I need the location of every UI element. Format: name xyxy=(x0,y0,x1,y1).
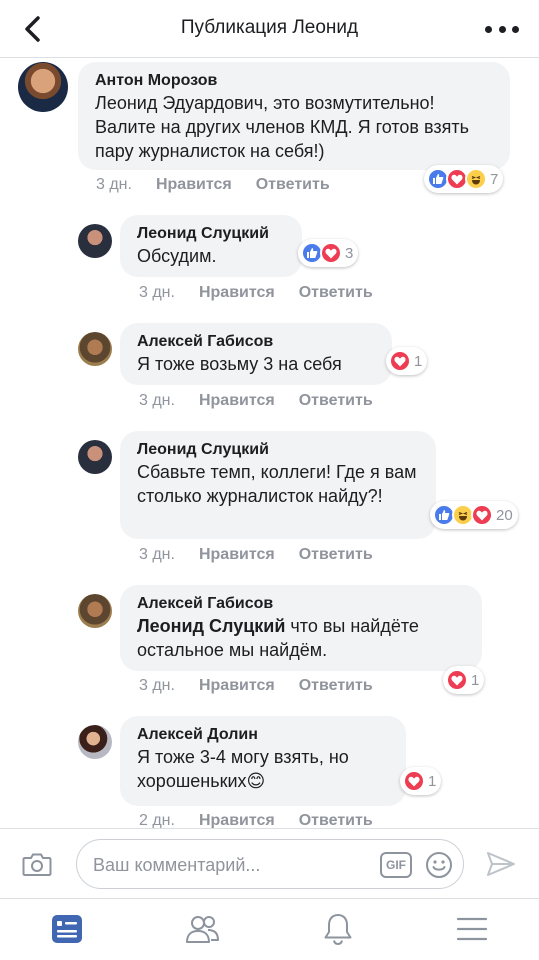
comment-time[interactable]: 3 дн. xyxy=(139,546,175,563)
comment-text: Леонид Слуцкий что вы найдёте остальное … xyxy=(137,614,466,662)
top-bar: Публикация Леонид xyxy=(0,0,539,58)
comment-text: Леонид Эдуардович, это возмутительно! Ва… xyxy=(95,93,469,161)
page-title: Публикация Леонид xyxy=(180,17,359,38)
like-button[interactable]: Нравится xyxy=(199,284,275,301)
reactions-summary[interactable]: 1 xyxy=(386,347,428,375)
comment-actions: 3 дн. Нравится Ответить xyxy=(139,546,373,564)
like-button[interactable]: Нравится xyxy=(199,812,275,829)
hamburger-menu-icon xyxy=(456,917,488,941)
reply-button[interactable]: Ответить xyxy=(299,812,373,829)
bottom-tab-bar xyxy=(0,898,539,960)
comment-input-box[interactable]: GIF xyxy=(76,839,464,889)
comment-text: Я тоже 3-4 могу взять, но хорошеньких😊 xyxy=(137,745,390,793)
comment-actions: 3 дн. Нравится Ответить xyxy=(96,176,330,194)
comment-time[interactable]: 3 дн. xyxy=(139,677,175,694)
reaction-count: 1 xyxy=(414,352,423,370)
reactions-summary[interactable]: 7 xyxy=(424,165,504,193)
comment-author[interactable]: Алексей Габисов xyxy=(137,332,376,352)
send-icon xyxy=(487,852,515,876)
reply-button[interactable]: Ответить xyxy=(299,284,373,301)
comment-time[interactable]: 3 дн. xyxy=(139,392,175,409)
reaction-count: 3 xyxy=(345,244,354,262)
comment-text-body: Я тоже 3-4 могу взять, но хорошеньких xyxy=(137,747,349,791)
haha-reaction-icon xyxy=(465,168,487,190)
news-feed-icon xyxy=(52,915,82,943)
comment-author[interactable]: Леонид Слуцкий xyxy=(137,224,286,244)
reactions-summary[interactable]: 3 xyxy=(298,239,359,267)
comment-author[interactable]: Алексей Габисов xyxy=(137,594,466,614)
dot-icon xyxy=(485,25,492,33)
tab-friends[interactable] xyxy=(182,911,222,947)
emoji-button[interactable] xyxy=(425,851,453,879)
comment-actions: 3 дн. Нравится Ответить xyxy=(139,677,373,695)
comment-author[interactable]: Леонид Слуцкий xyxy=(137,440,420,460)
reaction-count: 1 xyxy=(471,671,480,689)
comment-bubble[interactable]: Леонид Слуцкий Сбавьте темп, коллеги! Гд… xyxy=(120,431,436,539)
comment-input[interactable] xyxy=(93,852,363,878)
love-reaction-icon xyxy=(446,669,468,691)
love-reaction-icon xyxy=(389,350,411,372)
more-options-button[interactable] xyxy=(485,18,519,40)
like-button[interactable]: Нравится xyxy=(199,546,275,563)
smiley-icon xyxy=(426,852,452,878)
comment-bubble[interactable]: Алексей Долин Я тоже 3-4 могу взять, но … xyxy=(120,716,406,806)
reply-button[interactable]: Ответить xyxy=(256,176,330,193)
camera-button[interactable] xyxy=(22,851,52,877)
reaction-count: 1 xyxy=(428,772,437,790)
love-reaction-icon xyxy=(320,242,342,264)
avatar[interactable] xyxy=(78,224,112,258)
comment-bubble[interactable]: Антон Морозов Леонид Эдуардович, это воз… xyxy=(78,62,510,170)
reactions-summary[interactable]: 20 xyxy=(430,501,518,529)
bell-icon xyxy=(324,914,352,946)
comment-bubble[interactable]: Леонид Слуцкий Обсудим. xyxy=(120,215,302,277)
avatar[interactable] xyxy=(78,594,112,628)
reply-button[interactable]: Ответить xyxy=(299,677,373,694)
like-button[interactable]: Нравится xyxy=(156,176,232,193)
comment-bubble[interactable]: Алексей Габисов Я тоже возьму 3 на себя xyxy=(120,323,392,385)
avatar[interactable] xyxy=(78,440,112,474)
like-button[interactable]: Нравится xyxy=(199,392,275,409)
comment-composer: GIF xyxy=(0,828,539,898)
dot-icon xyxy=(512,25,519,33)
tab-notifications[interactable] xyxy=(318,911,358,947)
gif-button[interactable]: GIF xyxy=(380,852,412,878)
comment-author[interactable]: Антон Морозов xyxy=(95,71,494,91)
tab-menu[interactable] xyxy=(452,911,492,947)
mention-link[interactable]: Леонид Слуцкий xyxy=(137,616,285,636)
reactions-summary[interactable]: 1 xyxy=(400,767,442,795)
smile-emoji-icon: 😊 xyxy=(246,771,266,791)
comment-text: Сбавьте темп, коллеги! Где я вам столько… xyxy=(137,462,417,506)
reply-button[interactable]: Ответить xyxy=(299,546,373,563)
comment-time[interactable]: 3 дн. xyxy=(96,176,132,193)
camera-icon xyxy=(22,853,52,876)
dot-icon xyxy=(498,25,506,33)
love-reaction-icon xyxy=(471,504,493,526)
comment-time[interactable]: 2 дн. xyxy=(139,812,175,829)
comment-bubble[interactable]: Алексей Габисов Леонид Слуцкий что вы на… xyxy=(120,585,482,671)
reactions-summary[interactable]: 1 xyxy=(443,666,485,694)
comment-actions: 3 дн. Нравится Ответить xyxy=(139,284,373,302)
avatar[interactable] xyxy=(78,725,112,759)
avatar[interactable] xyxy=(78,332,112,366)
send-button[interactable] xyxy=(486,851,516,877)
love-reaction-icon xyxy=(403,770,425,792)
comment-time[interactable]: 3 дн. xyxy=(139,284,175,301)
comment-text: Я тоже возьму 3 на себя xyxy=(137,354,342,374)
reply-button[interactable]: Ответить xyxy=(299,392,373,409)
reaction-count: 7 xyxy=(490,170,499,188)
comment-author[interactable]: Алексей Долин xyxy=(137,725,390,745)
comment-text: Обсудим. xyxy=(137,246,217,266)
avatar[interactable] xyxy=(18,62,68,112)
tab-news-feed[interactable] xyxy=(47,911,87,947)
comment-actions: 3 дн. Нравится Ответить xyxy=(139,392,373,410)
like-button[interactable]: Нравится xyxy=(199,677,275,694)
reaction-count: 20 xyxy=(496,506,513,524)
friends-icon xyxy=(186,916,219,943)
